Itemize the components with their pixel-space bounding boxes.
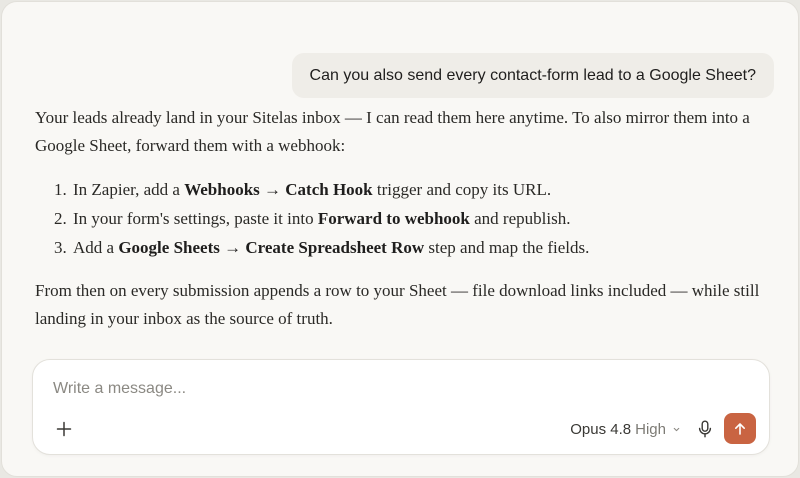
effort-level: High — [635, 420, 666, 438]
step-text: In Zapier, add a — [73, 180, 185, 199]
voice-input-button[interactable] — [693, 416, 717, 442]
response-outro: From then on every submission appends a … — [35, 281, 760, 328]
chat-window: Can you also send every contact-form lea… — [1, 1, 799, 477]
list-item: In your form's settings, paste it into F… — [71, 204, 775, 233]
message-input[interactable] — [53, 376, 743, 402]
step-text: In your form's settings, paste it into — [73, 209, 318, 228]
step-text: step and map the fields. — [424, 238, 590, 257]
step-text: trigger and copy its URL. — [372, 180, 552, 199]
step-bold-text: Forward to webhook — [317, 209, 470, 228]
step-bold-text: Webhooks → Catch Hook — [184, 180, 373, 199]
chevron-down-icon — [672, 425, 681, 434]
user-message-text: Can you also send every contact-form lea… — [309, 66, 756, 84]
microphone-icon — [698, 420, 712, 438]
step-bold-text: Google Sheets → Create Spreadsheet Row — [118, 238, 425, 257]
step-text: Add a — [73, 238, 119, 257]
step-text: and republish. — [469, 209, 571, 228]
list-item: Add a Google Sheets → Create Spreadsheet… — [71, 233, 775, 262]
arrow-up-icon — [735, 422, 745, 435]
user-message-bubble: Can you also send every contact-form lea… — [291, 53, 774, 98]
list-item: In Zapier, add a Webhooks → Catch Hook t… — [71, 175, 775, 204]
response-intro: Your leads already land in your Sitelas … — [35, 108, 750, 155]
message-composer: Opus 4.8 High — [32, 359, 770, 455]
steps-list: In Zapier, add a Webhooks → Catch Hook t… — [35, 175, 775, 262]
send-button[interactable] — [724, 413, 756, 444]
plus-icon — [56, 421, 72, 437]
model-selector[interactable]: Opus 4.8 High — [570, 418, 681, 440]
add-attachment-button[interactable] — [51, 416, 77, 442]
model-name: Opus 4.8 — [570, 420, 632, 438]
assistant-response: Your leads already land in your Sitelas … — [35, 104, 775, 333]
